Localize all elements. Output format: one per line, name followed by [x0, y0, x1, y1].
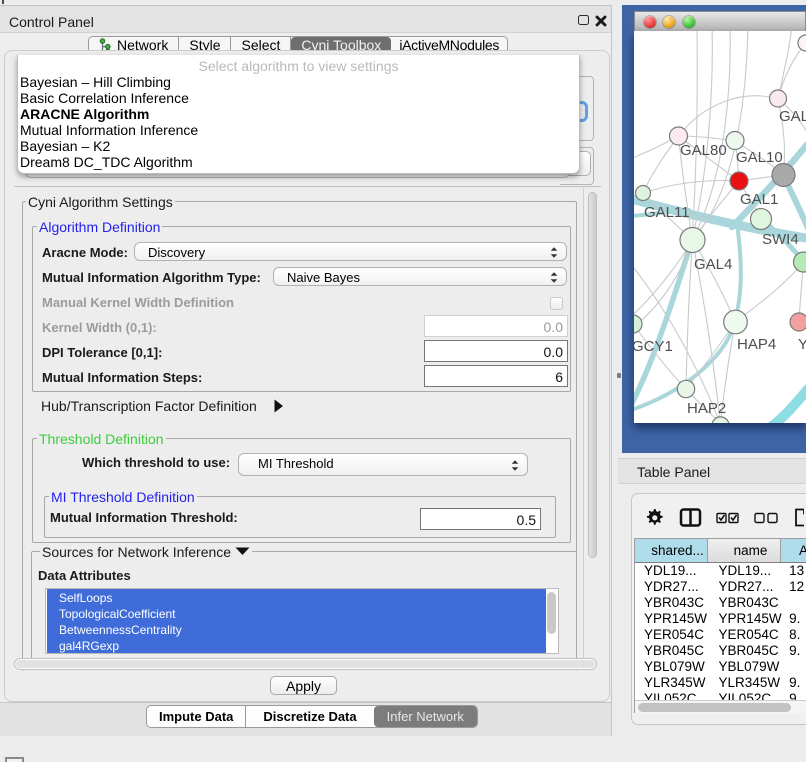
- svg-text:GAL1: GAL1: [740, 191, 778, 208]
- svg-text:SWI4: SWI4: [762, 231, 799, 248]
- svg-text:GCY1: GCY1: [634, 338, 673, 355]
- svg-text:GAL4: GAL4: [694, 256, 732, 273]
- svg-text:GAL10: GAL10: [736, 149, 783, 166]
- svg-text:HAP2: HAP2: [687, 400, 726, 417]
- svg-text:YEL0: YEL0: [798, 336, 806, 353]
- svg-text:GAL7: GAL7: [779, 108, 806, 125]
- svg-text:HAP4: HAP4: [737, 336, 776, 353]
- svg-text:GAL11: GAL11: [644, 204, 690, 221]
- svg-text:GAL80: GAL80: [680, 142, 727, 159]
